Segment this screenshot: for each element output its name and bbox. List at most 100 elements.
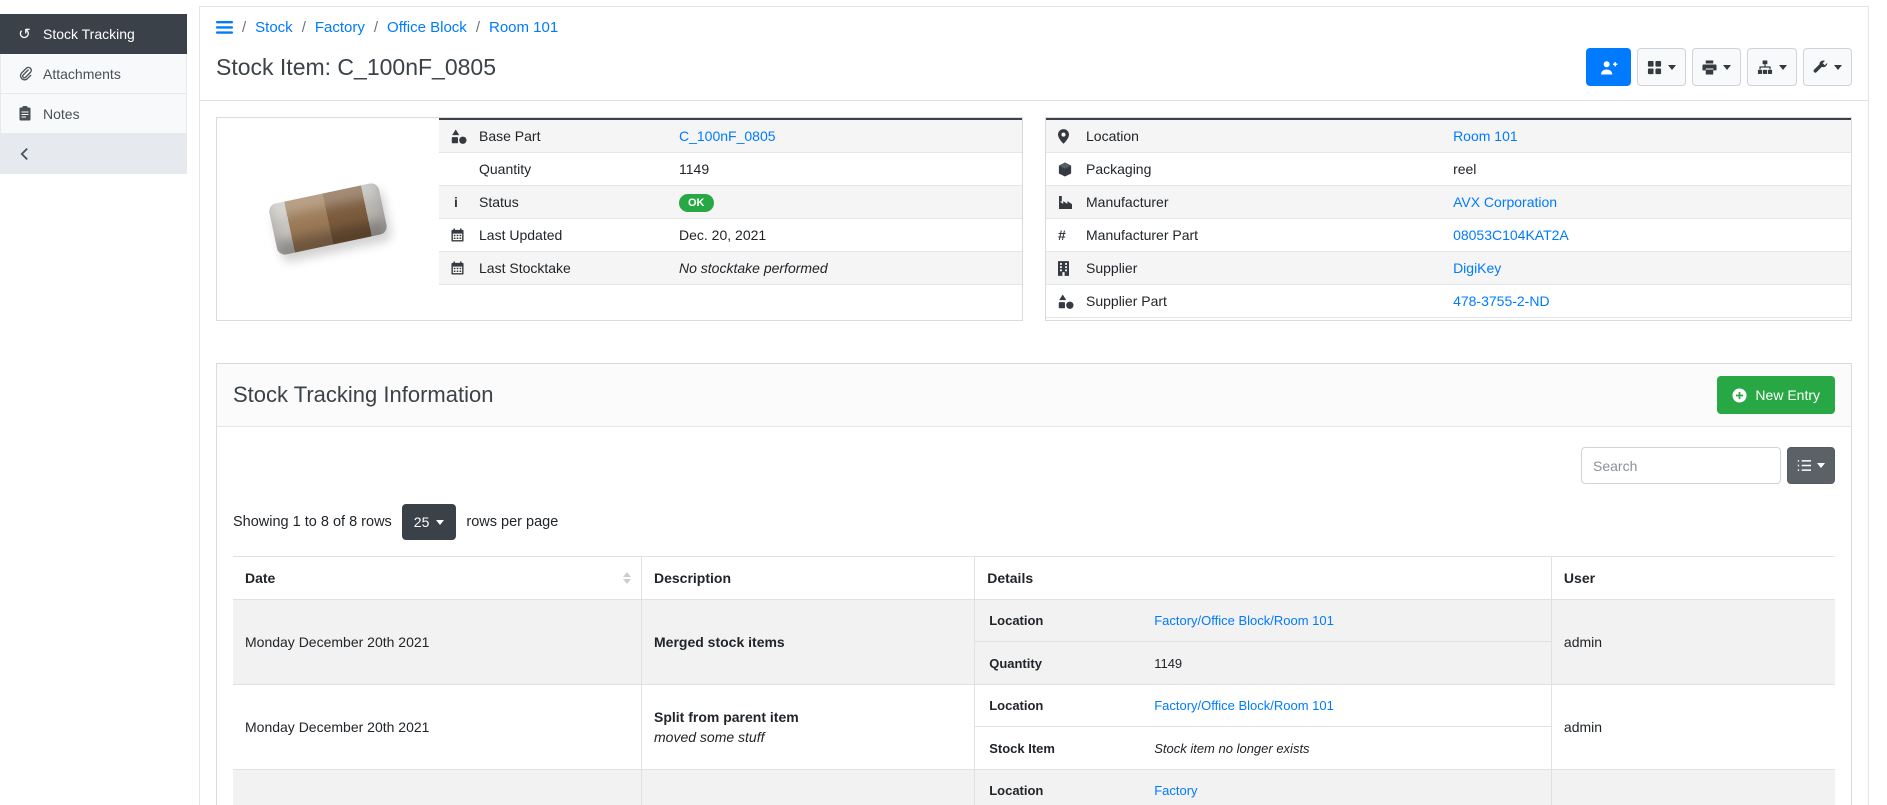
stock-item-panel-right: Location Room 101 Packaging reel [1045,117,1852,321]
table-header-row: Date Description Details [233,557,1835,600]
table-row: Monday December 20th 2021 Split from par… [233,685,1835,770]
capacitor-image [268,182,388,256]
user-cell: admin [1551,600,1835,685]
stock-tracking-body: Showing 1 to 8 of 8 rows 25 rows per pag… [217,427,1851,805]
base-part-link[interactable]: C_100nF_0805 [679,128,776,144]
stock-tracking-header: Stock Tracking Information New Entry [217,364,1851,427]
chevron-left-icon [16,147,33,161]
section-title: Stock Tracking Information [233,382,493,408]
sidebar-item-attachments[interactable]: Attachments [0,54,187,94]
industry-icon [1058,196,1086,209]
details-cell: Location Factory/Office Block/Room 101 S… [975,685,1552,770]
sidebar-collapse-button[interactable] [0,134,187,174]
paperclip-icon [16,66,33,81]
sidebar-item-label: Stock Tracking [43,26,135,42]
stock-item-panel-left: Base Part C_100nF_0805 Quantity 1149 i S… [216,117,1023,321]
sidebar-item-notes[interactable]: Notes [0,94,187,134]
user-cell: admin [1551,685,1835,770]
calendar-icon [451,228,479,242]
info-row-location: Location Room 101 [1046,120,1851,153]
description-note: moved some stuff [654,729,962,745]
list-icon [1797,459,1812,472]
column-header-description: Description [642,557,975,600]
title-row: Stock Item: C_100nF_0805 [200,40,1868,100]
column-header-date[interactable]: Date [233,557,642,600]
manufacturer-part-link[interactable]: 08053C104KAT2A [1453,227,1569,243]
info-icon: i [451,194,479,210]
table-row: Monday December 20th 2021 Merged stock i… [233,600,1835,685]
manufacturer-link[interactable]: AVX Corporation [1453,194,1557,210]
breadcrumb-link-room-101[interactable]: Room 101 [489,19,558,36]
breadcrumb-link-stock[interactable]: Stock [255,19,293,36]
user-admin-icon [1600,60,1618,75]
info-row-quantity: Quantity 1149 [439,153,1022,186]
details-cell: Location Factory/Office Block/Room 101 Q… [975,600,1552,685]
sidebar-item-label: Attachments [43,66,121,82]
date-cell: Monday December 20th 2021 [233,685,642,770]
location-link[interactable]: Factory/Office Block/Room 101 [1154,698,1334,713]
page-title: Stock Item: C_100nF_0805 [216,54,496,81]
breadcrumb-link-factory[interactable]: Factory [315,19,365,36]
columns-dropdown-button[interactable] [1787,447,1835,484]
detail-line: Stock Item Stock item no longer exists [975,727,1551,769]
breadcrumb-link-office-block[interactable]: Office Block [387,19,467,36]
breadcrumb: / Stock / Factory / Office Block / Room … [200,7,1868,40]
search-input[interactable] [1581,447,1781,484]
info-row-last-updated: Last Updated Dec. 20, 2021 [439,219,1022,252]
part-image[interactable] [217,118,439,320]
hashtag-icon: # [1058,227,1086,243]
print-actions-button[interactable] [1692,48,1741,86]
stock-tracking-card: Stock Tracking Information New Entry [216,363,1852,805]
info-row-last-stocktake: Last Stocktake No stocktake performed [439,252,1022,285]
details-cell: Location Factory Stock Item Stock item n… [975,770,1552,805]
location-marker-icon [1058,129,1086,144]
showing-rows-text: Showing 1 to 8 of 8 rows [233,514,392,530]
supplier-part-link[interactable]: 478-3755-2-ND [1453,293,1550,309]
table-controls [233,447,1835,484]
description-cell: Merged stock items [642,600,975,685]
location-link[interactable]: Room 101 [1453,128,1518,144]
detail-line: Location Factory/Office Block/Room 101 [975,685,1551,727]
admin-user-button[interactable] [1586,48,1631,86]
tools-icon [1813,60,1828,75]
new-entry-button[interactable]: New Entry [1717,376,1835,414]
info-row-base-part: Base Part C_100nF_0805 [439,120,1022,153]
sidebar-item-stock-tracking[interactable]: ↺ Stock Tracking [0,14,187,54]
page-size-dropdown[interactable]: 25 [402,504,457,540]
main-content: / Stock / Factory / Office Block / Room … [187,0,1887,805]
stock-item-details: Base Part C_100nF_0805 Quantity 1149 i S… [200,101,1868,337]
printer-icon [1702,60,1717,75]
supplier-link[interactable]: DigiKey [1453,260,1501,276]
column-header-details: Details [975,557,1552,600]
column-header-user: User [1551,557,1835,600]
description-cell: Split from parent item moved some stuff [642,685,975,770]
date-cell: Monday December 20th 2021 [233,770,642,805]
detail-line: Quantity 1149 [975,642,1551,684]
chevron-down-icon [1834,65,1842,70]
info-row-supplier: Supplier DigiKey [1046,252,1851,285]
edit-actions-button[interactable] [1803,48,1852,86]
description-cell: Split from parent item [642,770,975,805]
stock-actions-button[interactable] [1747,48,1797,86]
chevron-down-icon [436,520,444,525]
calendar-icon [451,261,479,275]
supplier-info-table: Location Room 101 Packaging reel [1046,118,1851,318]
menu-icon[interactable] [216,21,233,34]
barcode-actions-button[interactable] [1637,48,1686,86]
info-row-manufacturer: Manufacturer AVX Corporation [1046,186,1851,219]
note-icon [16,106,33,121]
location-link[interactable]: Factory/Office Block/Room 101 [1154,613,1334,628]
history-icon: ↺ [16,25,33,43]
sitemap-icon [1757,60,1773,75]
package-icon [1058,162,1086,177]
chevron-down-icon [1723,65,1731,70]
detail-line: Location Factory [975,770,1551,805]
chevron-down-icon [1817,463,1825,468]
location-link[interactable]: Factory [1154,783,1197,798]
grid-icon [1647,60,1662,75]
info-row-status: i Status OK [439,186,1022,219]
sidebar: ↺ Stock Tracking Attachments Notes [0,0,187,805]
stock-info-table: Base Part C_100nF_0805 Quantity 1149 i S… [439,118,1022,285]
chevron-down-icon [1668,65,1676,70]
info-row-manufacturer-part: # Manufacturer Part 08053C104KAT2A [1046,219,1851,252]
